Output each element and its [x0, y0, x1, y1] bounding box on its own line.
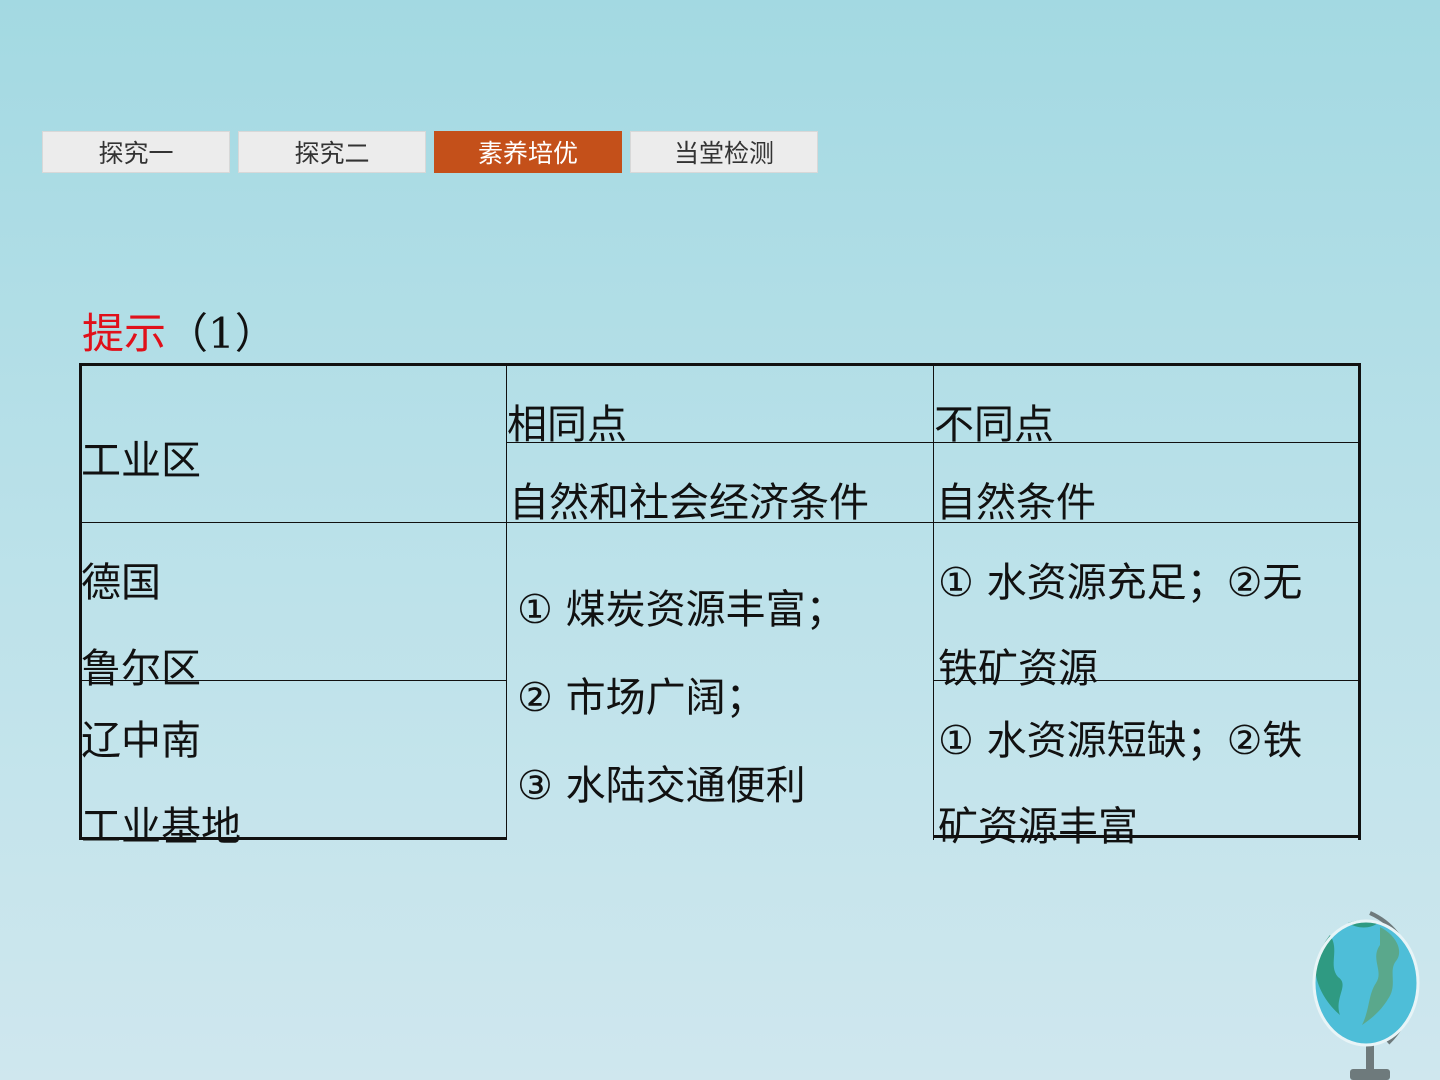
hint-paren-open: （	[166, 309, 209, 358]
header-industrial-area: 工业区	[81, 438, 201, 484]
globe-icon	[1312, 911, 1420, 1080]
common-point-1: ① 煤炭资源丰富；	[517, 587, 846, 633]
region-liaozhongnan-line2: 工业基地	[81, 804, 241, 850]
diff-liaozhongnan-line2: 矿资源丰富	[938, 804, 1138, 850]
region-ruhr-line2: 鲁尔区	[81, 646, 201, 692]
region-ruhr-line1: 德国	[81, 560, 161, 606]
table-border-right	[1358, 363, 1361, 840]
tab-explore-1[interactable]: 探究一	[42, 131, 230, 173]
header-difference: 不同点	[934, 402, 1054, 448]
header-similarity: 相同点	[507, 402, 627, 448]
comparison-table: 工业区 相同点 自然和社会经济条件 不同点 自然条件 德国 鲁尔区 ① 水资源充…	[79, 363, 1361, 849]
diff-ruhr-line2: 铁矿资源	[938, 646, 1098, 692]
hint-title: 提示（1）	[82, 306, 277, 362]
hint-paren-close: ）	[234, 309, 277, 358]
table-border-top	[79, 363, 1361, 366]
tab-class-test[interactable]: 当堂检测	[630, 131, 818, 173]
hint-label: 提示	[82, 309, 167, 358]
hint-number: 1	[208, 309, 235, 358]
header-difference-sub: 自然条件	[936, 480, 1096, 526]
diff-ruhr-line1: ① 水资源充足；②无	[938, 560, 1303, 606]
tab-explore-2[interactable]: 探究二	[238, 131, 426, 173]
diff-liaozhongnan-line1: ① 水资源短缺；②铁	[938, 718, 1303, 764]
tab-literacy[interactable]: 素养培优	[434, 131, 622, 173]
common-point-2: ② 市场广阔；	[517, 675, 766, 721]
region-liaozhongnan-line1: 辽中南	[81, 718, 201, 764]
header-similarity-sub: 自然和社会经济条件	[509, 480, 869, 526]
section-tabs: 探究一 探究二 素养培优 当堂检测	[42, 131, 818, 173]
common-point-3: ③ 水陆交通便利	[517, 763, 806, 809]
